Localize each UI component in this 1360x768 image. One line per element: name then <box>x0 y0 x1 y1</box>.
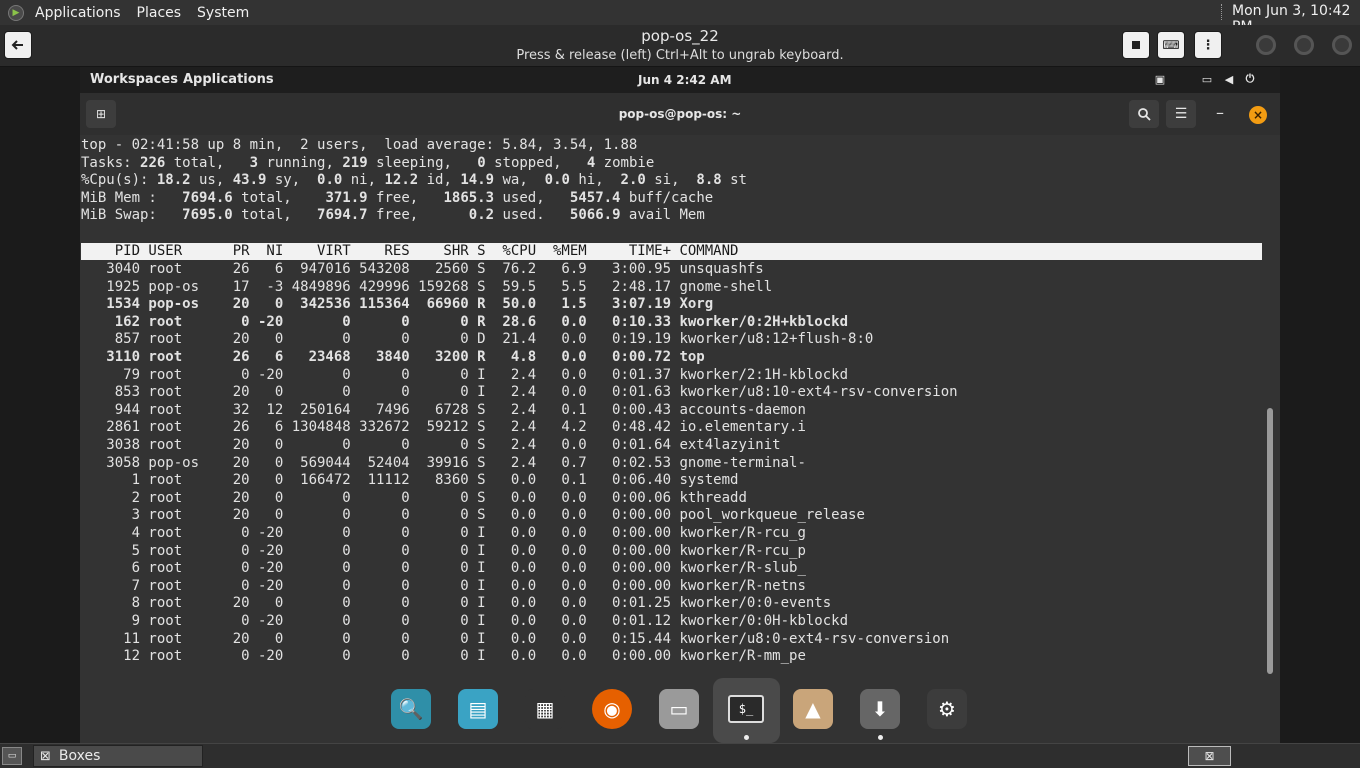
process-row: 853 root 20 0 0 0 0 I 2.4 0.0 0:01.63 kw… <box>81 384 958 401</box>
process-row: 3040 root 26 6 947016 543208 2560 S 76.2… <box>81 261 764 277</box>
process-row: 3110 root 26 6 23468 3840 3200 R 4.8 0.0… <box>81 349 705 365</box>
firefox-icon[interactable]: ◉ <box>592 689 632 729</box>
display-icon[interactable]: ▭ <box>1200 72 1214 86</box>
files-icon[interactable]: ▤ <box>458 689 498 729</box>
search-icon[interactable]: 🔍 <box>391 689 431 729</box>
process-row: 857 root 20 0 0 0 0 D 21.4 0.0 0:19.19 k… <box>81 331 874 348</box>
host-bottom-panel: ▭ ⊠ Boxes ⊠ <box>0 743 1360 768</box>
taskbar-item-boxes[interactable]: ⊠ Boxes <box>33 745 203 767</box>
terminal-icon[interactable]: $_ <box>728 695 764 723</box>
boxes-title: pop-os_22 <box>641 27 719 45</box>
terminal-title: pop-os@pop-os: ~ <box>618 107 742 121</box>
terminal-close-button[interactable]: × <box>1249 106 1267 124</box>
volume-icon[interactable]: ◀ <box>1222 72 1236 86</box>
process-row: 3058 pop-os 20 0 569044 52404 39916 S 2.… <box>81 454 806 471</box>
process-row: 7 root 0 -20 0 0 0 I 0.0 0.0 0:00.00 kwo… <box>81 577 806 594</box>
process-row: 944 root 32 12 250164 7496 6728 S 2.4 0.… <box>81 401 806 418</box>
terminal-scrollbar[interactable] <box>1267 408 1273 674</box>
screen-share-icon[interactable]: ▣ <box>1153 72 1167 86</box>
settings-icon[interactable]: ⚙ <box>927 689 967 729</box>
applications-menu-icon[interactable]: ▶ <box>8 4 24 21</box>
terminal-minimize-button[interactable]: – <box>1216 103 1224 122</box>
keyboard-button[interactable]: ⌨ <box>1157 31 1185 59</box>
stop-icon <box>1132 41 1140 49</box>
host-top-panel: ▶ Applications Places System Mon Jun 3, … <box>0 0 1360 35</box>
workspace-switcher[interactable]: ⊠ <box>1188 746 1231 766</box>
process-row: 11 root 20 0 0 0 0 I 0.0 0.0 0:15.44 kwo… <box>81 630 950 647</box>
process-row: 8 root 20 0 0 0 0 I 0.0 0.0 0:01.25 kwor… <box>81 595 832 612</box>
keyboard-icon: ⌨ <box>1162 38 1180 52</box>
hamburger-icon: ☰ <box>1174 106 1188 122</box>
running-indicator <box>744 735 749 740</box>
process-row: 4 root 0 -20 0 0 0 I 0.0 0.0 0:00.00 kwo… <box>81 525 806 541</box>
guest-display[interactable]: Workspaces Applications Jun 4 2:42 AM ▣ … <box>80 67 1280 743</box>
close-window-button[interactable] <box>1332 35 1352 55</box>
taskbar-item-label: Boxes <box>58 748 101 764</box>
workspaces-button[interactable]: Workspaces <box>90 72 178 87</box>
show-desktop-button[interactable]: ▭ <box>2 747 22 765</box>
process-row: 3 root 20 0 0 0 0 S 0.0 0.0 0:00.00 pool… <box>81 507 865 524</box>
running-indicator <box>878 735 883 740</box>
process-table-header: PID USER PR NI VIRT RES SHR S %CPU %MEM … <box>81 243 1262 260</box>
terminal-content[interactable]: top - 02:41:58 up 8 min, 2 users, load a… <box>80 135 1280 743</box>
app-grid-icon[interactable]: ▦ <box>525 689 565 729</box>
process-row: 1 root 20 0 166472 11112 8360 S 0.0 0.1 … <box>81 472 739 489</box>
summary-line: MiB Mem : 7694.6 total, 371.9 free, 1865… <box>81 189 714 206</box>
process-row: 79 root 0 -20 0 0 0 I 2.4 0.0 0:01.37 kw… <box>81 366 849 383</box>
minimize-window-button[interactable] <box>1256 35 1276 55</box>
guest-clock[interactable]: Jun 4 2:42 AM <box>638 73 732 87</box>
dock: 🔍 ▤ ▦ ◉ ▭ $_ ▲ ⬇ ⚙ <box>80 675 1280 743</box>
stop-button[interactable] <box>1122 31 1150 59</box>
file-manager-icon[interactable]: ▭ <box>659 689 699 729</box>
boxes-headerbar: pop-os_22 Press & release (left) Ctrl+Al… <box>0 25 1360 67</box>
kebab-menu-icon: ⋮ <box>1201 37 1215 53</box>
panel-separator <box>1221 4 1224 20</box>
applications-button[interactable]: Applications <box>183 72 274 87</box>
process-row: 5 root 0 -20 0 0 0 I 0.0 0.0 0:00.00 kwo… <box>81 542 806 559</box>
summary-line: %Cpu(s): 18.2 us, 43.9 sy, 0.0 ni, 12.2 … <box>81 172 747 189</box>
terminal-headerbar: ⊞ pop-os@pop-os: ~ ☰ – × <box>80 93 1280 135</box>
process-row: 9 root 0 -20 0 0 0 I 0.0 0.0 0:01.12 kwo… <box>81 613 849 629</box>
process-row: 1925 pop-os 17 -3 4849896 429996 159268 … <box>81 278 773 295</box>
process-row: 162 root 0 -20 0 0 0 R 28.6 0.0 0:10.33 … <box>81 313 849 330</box>
boxes-app-icon: ⊠ <box>40 748 51 764</box>
installer-icon[interactable]: ▲ <box>793 689 833 729</box>
power-icon[interactable]: ⏻ <box>1243 72 1257 86</box>
process-row: 12 root 0 -20 0 0 0 I 0.0 0.0 0:00.00 kw… <box>81 648 806 665</box>
summary-line: top - 02:41:58 up 8 min, 2 users, load a… <box>81 137 638 153</box>
ungrab-hint: Press & release (left) Ctrl+Alt to ungra… <box>516 48 844 63</box>
guest-top-bar: Workspaces Applications Jun 4 2:42 AM ▣ … <box>80 67 1280 93</box>
menu-places[interactable]: Places <box>129 5 190 21</box>
summary-line: MiB Swap: 7695.0 total, 7694.7 free, 0.2… <box>81 207 705 224</box>
menu-system[interactable]: System <box>189 5 257 21</box>
process-row: 6 root 0 -20 0 0 0 I 0.0 0.0 0:00.00 kwo… <box>81 560 806 577</box>
terminal-menu-button[interactable]: ☰ <box>1166 100 1196 128</box>
disk-download-icon[interactable]: ⬇ <box>860 689 900 729</box>
process-row: 1534 pop-os 20 0 342536 115364 66960 R 5… <box>81 296 714 313</box>
terminal-search-button[interactable] <box>1129 100 1159 128</box>
summary-line: Tasks: 226 total, 3 running, 219 sleepin… <box>81 154 655 171</box>
process-row: 3038 root 20 0 0 0 0 S 2.4 0.0 0:01.64 e… <box>81 437 781 453</box>
maximize-window-button[interactable] <box>1294 35 1314 55</box>
menu-button[interactable]: ⋮ <box>1194 31 1222 59</box>
search-icon <box>1138 108 1151 121</box>
process-row: 2 root 20 0 0 0 0 S 0.0 0.0 0:00.06 kthr… <box>81 489 747 506</box>
process-row: 2861 root 26 6 1304848 332672 59212 S 2.… <box>81 419 806 436</box>
menu-applications[interactable]: Applications <box>27 5 129 21</box>
